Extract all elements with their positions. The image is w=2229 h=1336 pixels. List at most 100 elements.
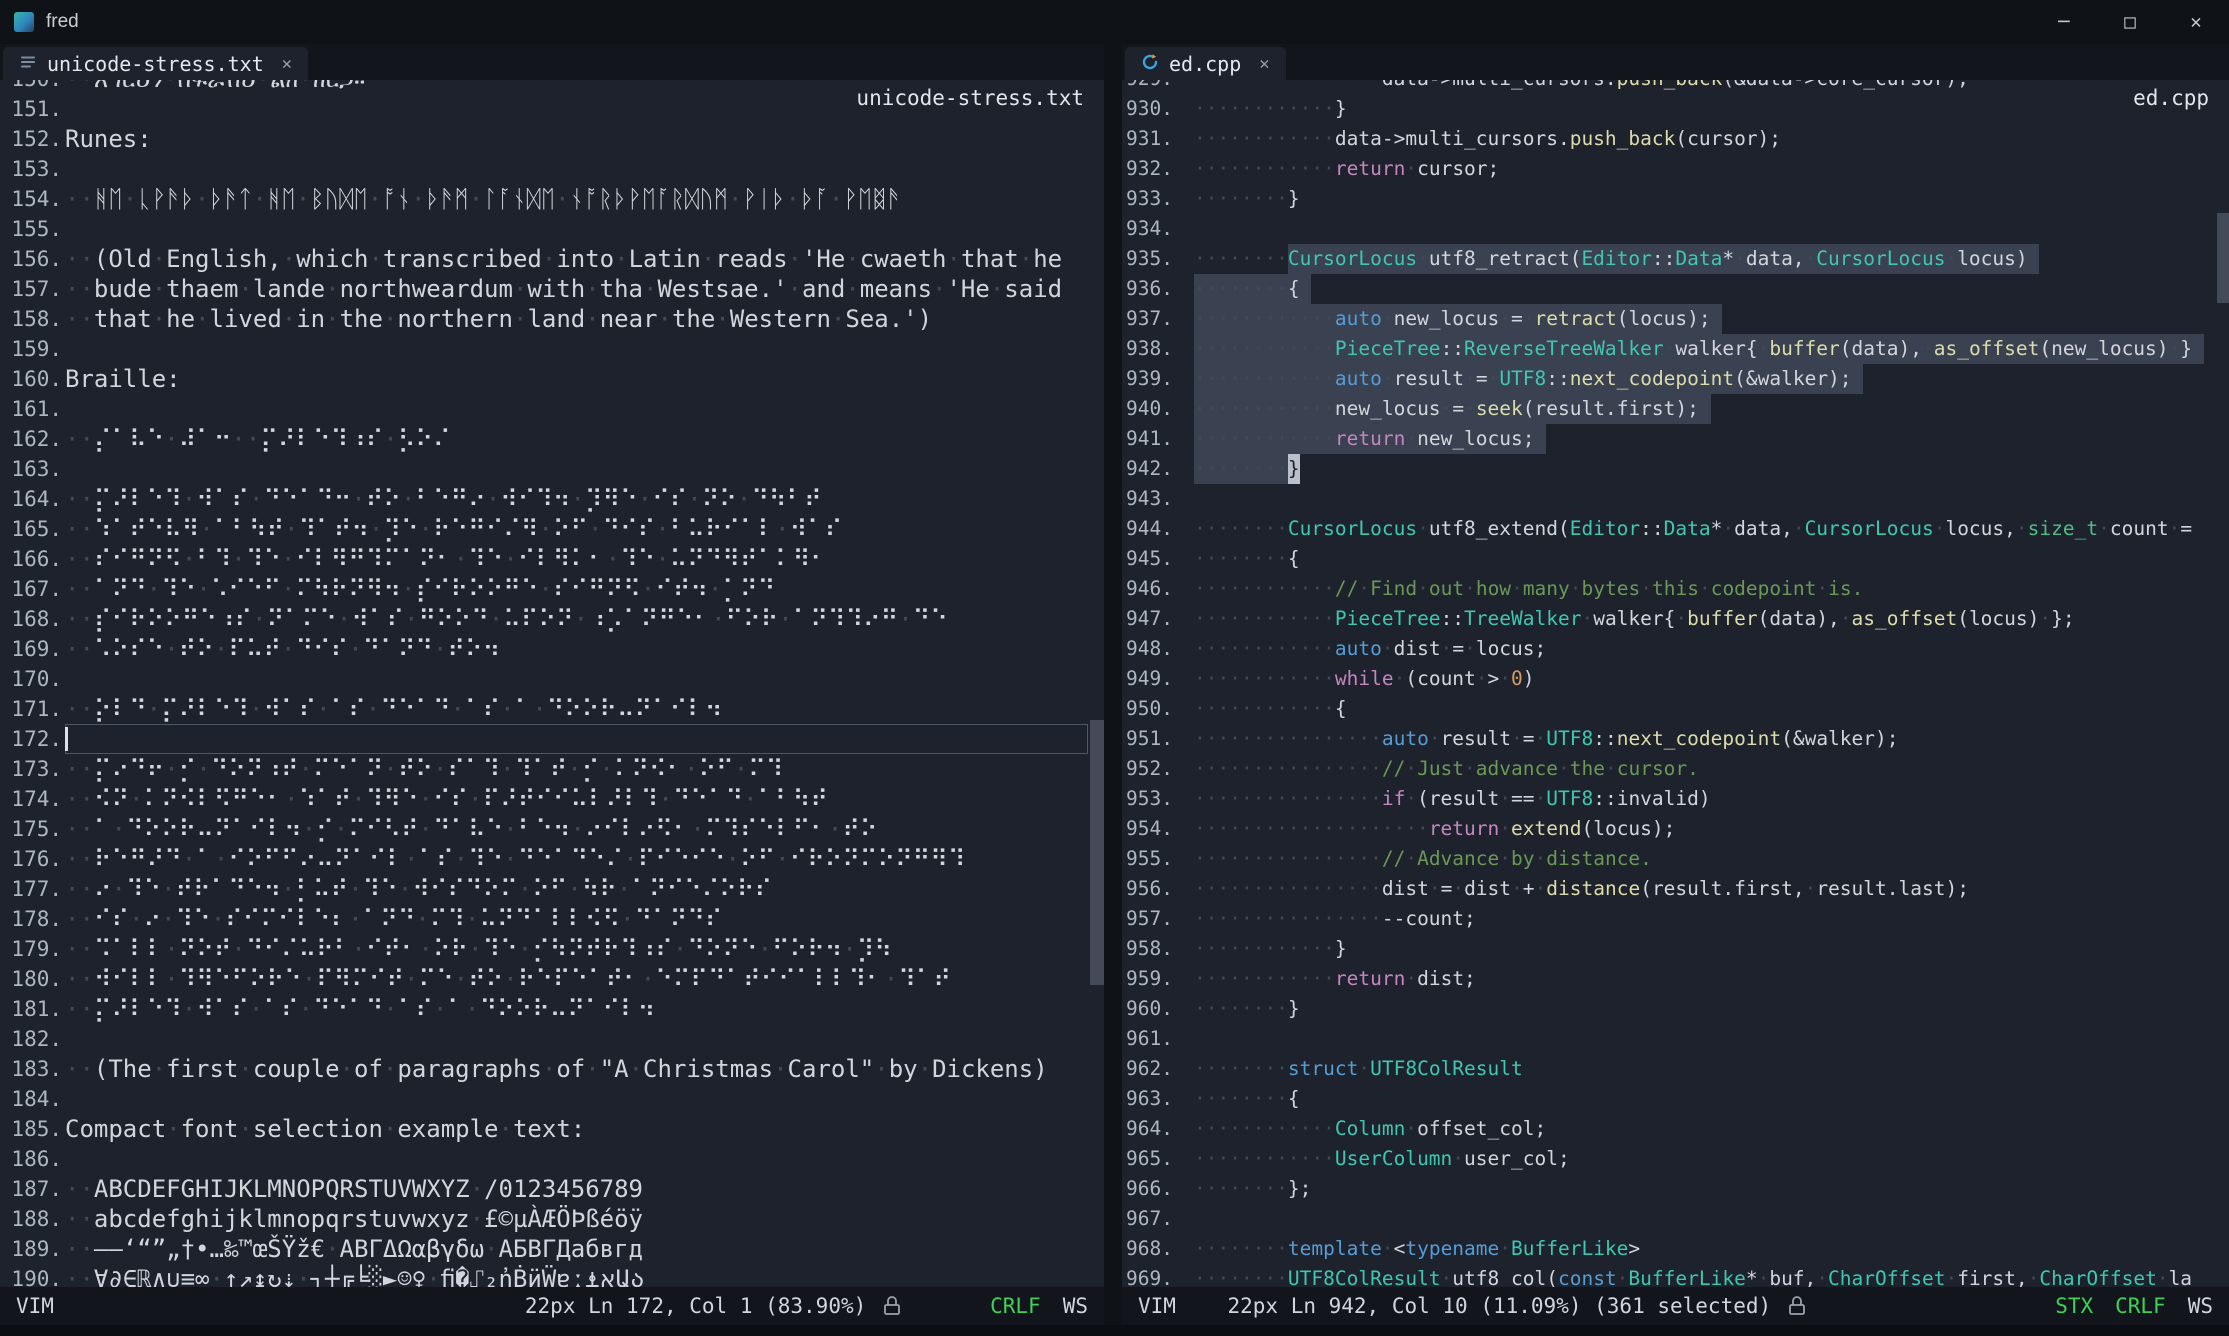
tab-close-icon[interactable]: ✕ [282, 54, 292, 74]
line-number: 170. [0, 664, 62, 694]
editor-line[interactable]: 943. [1122, 484, 2229, 514]
editor-line[interactable]: 965.············UserColumn·user_col; [1122, 1144, 2229, 1174]
editor-line[interactable]: 948.············auto·dist·=·locus; [1122, 634, 2229, 664]
editor-line[interactable]: 164.··⡍⠜⠇⠑⠹·⠺⠁⠎·⠙⠑⠁⠙⠒·⠞⠕·⠃⠑⠛⠔·⠺⠊⠹⠲·⡹⠻⠑·⠊… [0, 484, 1104, 514]
editor-line[interactable]: 178.··⠊⠎·⠔·⠹⠑·⠎⠊⠍⠊⠇⠑⠆·⠁⠝⠙·⠍⠹·⠥⠝⠙⠁⠇⠇⠪⠫·⠙⠁… [0, 904, 1104, 934]
editor-line[interactable]: 933.········} [1122, 184, 2229, 214]
editor-line[interactable]: 173.··⡍⠔⠙⠖·⡊·⠙⠕⠝⠰⠞·⠍⠑⠁⠝·⠞⠕·⠎⠁⠹·⠹⠁⠞·⡊·⠅⠝⠪… [0, 754, 1104, 784]
line-number: 937. [1122, 304, 1173, 334]
editor-line[interactable]: 947.············PieceTree::TreeWalker·wa… [1122, 604, 2229, 634]
editor-line[interactable]: 938.············PieceTree::ReverseTreeWa… [1122, 334, 2229, 364]
editor-line[interactable]: 957.················--count; [1122, 904, 2229, 934]
editor-line[interactable]: 169.··⠡⠕⠎⠑·⠞⠕·⠏⠥⠞·⠙⠊⠎·⠙⠁⠝⠙·⠞⠕⠲ [0, 634, 1104, 664]
editor-line[interactable]: 931.············data->multi_cursors.push… [1122, 124, 2229, 154]
editor-line[interactable]: 157.··bude·thaem·lande·northweardum·with… [0, 274, 1104, 304]
lock-icon[interactable] [882, 1295, 902, 1317]
editor-line[interactable]: 932.············return·cursor; [1122, 154, 2229, 184]
editor-line[interactable]: 165.··⠱⠁⠞⠑⠧⠻·⠁⠃⠳⠞·⠹⠁⠞⠲·⡹⠑·⠗⠑⠛⠊⠌⠻·⠕⠋·⠙⠊⠎·… [0, 514, 1104, 544]
scrollbar-thumb[interactable] [1090, 720, 1104, 986]
editor-left[interactable]: 150.··እግርህን·በፍራሽህ·ልክ·ዘርጋ።151.152.Runes:1… [0, 80, 1104, 1287]
editor-line[interactable]: 182. [0, 1024, 1104, 1054]
editor-line[interactable]: 955.················//·Advance·by·distan… [1122, 844, 2229, 874]
editor-line[interactable]: 177.··⠔·⠹⠑·⠞⠗⠁⠙⠑⠲·⡃⠥⠞·⠹⠑·⠺⠊⠎⠙⠕⠍·⠕⠋·⠳⠗·⠁⠝… [0, 874, 1104, 904]
editor-line[interactable]: 174.··⠪⠝·⠅⠝⠪⠇⠫⠛⠑⠂·⠱⠁⠞·⠹⠻⠑·⠊⠎·⠏⠜⠞⠊⠊⠥⠇⠜⠇⠹·… [0, 784, 1104, 814]
editor-line[interactable]: 160.Braille: [0, 364, 1104, 394]
editor-line[interactable]: 960.········} [1122, 994, 2229, 1024]
editor-line[interactable]: 168.··⡎⠊⠗⠕⠕⠛⠑⠰⠎·⠝⠁⠍⠑·⠺⠁⠎·⠛⠕⠕⠙·⠥⠏⠕⠝·⠰⡡⠁⠝⠛… [0, 604, 1104, 634]
editor-line[interactable]: 175.··⠁·⠙⠕⠕⠗⠤⠝⠁⠊⠇⠲·⡊·⠍⠊⠣⠞·⠙⠁⠧⠑·⠃⠑⠲·⠔⠊⠇⠔⠫… [0, 814, 1104, 844]
editor-line[interactable]: 939.············auto·result·=·UTF8::next… [1122, 364, 2229, 394]
editor-line[interactable]: 179.··⠩⠁⠇⠇·⠝⠕⠞·⠙⠊⠌⠥⠗⠃·⠊⠞⠂·⠕⠗·⠹⠑·⡊⠳⠝⠞⠗⠹⠰⠎… [0, 934, 1104, 964]
close-button[interactable]: ✕ [2163, 0, 2229, 44]
editor-line[interactable]: 154.··ᚻᛖ·ᚳᚹᚫᚦ·ᚦᚫᛏ·ᚻᛖ·ᛒᚢᛞᛖ·ᚩᚾ·ᚦᚫᛗ·ᛚᚪᚾᛞᛖ·ᚾ… [0, 184, 1104, 214]
editor-line[interactable]: 934. [1122, 214, 2229, 244]
editor-line[interactable]: 964.············Column·offset_col; [1122, 1114, 2229, 1144]
editor-line[interactable]: 956.················dist·=·dist·+·distan… [1122, 874, 2229, 904]
editor-line[interactable]: 961. [1122, 1024, 2229, 1054]
editor-line[interactable]: 930.············} [1122, 94, 2229, 124]
editor-line[interactable]: 944.········CursorLocus·utf8_extend(Edit… [1122, 514, 2229, 544]
editor-line[interactable]: 184. [0, 1084, 1104, 1114]
tab-close-icon[interactable]: ✕ [1259, 54, 1269, 74]
editor-line[interactable]: 186. [0, 1144, 1104, 1174]
editor-line[interactable]: 152.Runes: [0, 124, 1104, 154]
editor-line[interactable]: 188.··abcdefghijklmnopqrstuvwxyz·£©µÀÆÖÞ… [0, 1204, 1104, 1234]
editor-line[interactable]: 941.············return·new_locus; [1122, 424, 2229, 454]
editor-line[interactable]: 969.········UTF8ColResult·utf8_col(const… [1122, 1264, 2229, 1287]
editor-line[interactable]: 968.········template·<typename·BufferLik… [1122, 1234, 2229, 1264]
editor-line[interactable]: 189.··–—‘“”„†•…‰™œŠŸž€·ΑΒΓΔΩαβγδω·АБВГДа… [0, 1234, 1104, 1264]
editor-line[interactable]: 945.········{ [1122, 544, 2229, 574]
editor-line[interactable]: 187.··ABCDEFGHIJKLMNOPQRSTUVWXYZ·/012345… [0, 1174, 1104, 1204]
line-number: 963. [1122, 1084, 1173, 1114]
encoding-indicator: STX [2055, 1294, 2093, 1318]
editor-line[interactable]: 954.····················return·extend(lo… [1122, 814, 2229, 844]
editor-line[interactable]: 153. [0, 154, 1104, 184]
editor-line[interactable]: 156.··(Old·English,·which·transcribed·in… [0, 244, 1104, 274]
editor-line[interactable]: 181.··⡍⠜⠇⠑⠹·⠺⠁⠎·⠁⠎·⠙⠑⠁⠙·⠁⠎·⠁·⠙⠕⠕⠗⠤⠝⠁⠊⠇⠲ [0, 994, 1104, 1024]
editor-line[interactable]: 180.··⠺⠊⠇⠇·⠹⠻⠑⠋⠕⠗⠑·⠏⠻⠍⠊⠞·⠍⠑·⠞⠕·⠗⠑⠏⠑⠁⠞⠂·⠑… [0, 964, 1104, 994]
editor-line[interactable]: 185.Compact·font·selection·example·text: [0, 1114, 1104, 1144]
editor-line[interactable]: 158.··that·he·lived·in·the·northern·land… [0, 304, 1104, 334]
editor-line[interactable]: 166.··⠎⠊⠛⠝⠫·⠃⠹·⠹⠑·⠊⠇⠻⠛⠹⠍⠁⠝⠂·⠹⠑·⠊⠇⠻⠅⠂·⠹⠑·… [0, 544, 1104, 574]
editor-line[interactable]: 963.········{ [1122, 1084, 2229, 1114]
editor-line[interactable]: 167.··⠁⠝⠙·⠹⠑·⠡⠊⠑⠋·⠍⠳⠗⠝⠻⠲·⡎⠊⠗⠕⠕⠛⠑·⠎⠊⠛⠝⠫·⠊… [0, 574, 1104, 604]
scrollbar-thumb[interactable] [2217, 213, 2229, 304]
editor-line[interactable]: 190.··∀∂∈ℝ∧∪≡∞·↑↗↨↻⇣·┐┼╔╘░►☺♀·ﬁ�⑀₂ἠḂӥẄɐː… [0, 1264, 1104, 1287]
editor-right[interactable]: 929.················data->multi_cursors.… [1122, 80, 2229, 1287]
line-content [65, 724, 1088, 754]
tab-ed-cpp[interactable]: ed.cpp ✕ [1125, 47, 1286, 80]
minimize-button[interactable]: ─ [2031, 0, 2097, 44]
editor-line[interactable]: 967. [1122, 1204, 2229, 1234]
editor-line[interactable]: 170. [0, 664, 1104, 694]
editor-line[interactable]: 171.··⡕⠇⠙·⡍⠜⠇⠑⠹·⠺⠁⠎·⠁⠎·⠙⠑⠁⠙·⠁⠎·⠁·⠙⠕⠕⠗⠤⠝⠁… [0, 694, 1104, 724]
editor-line[interactable]: 942.········}} [1122, 454, 2229, 484]
editor-line[interactable]: 183.··(The·first·couple·of·paragraphs·of… [0, 1054, 1104, 1084]
editor-line[interactable]: 952.················//·Just·advance·the·… [1122, 754, 2229, 784]
editor-line[interactable]: 962.········struct·UTF8ColResult [1122, 1054, 2229, 1084]
editor-line[interactable]: 940.············new_locus·=·seek(result.… [1122, 394, 2229, 424]
editor-line[interactable]: 159. [0, 334, 1104, 364]
editor-line[interactable]: 959.············return·dist; [1122, 964, 2229, 994]
editor-line[interactable]: 162.··⡌⠁⠧⠑·⠼⠁⠒··⡍⠜⠇⠑⠹⠰⠎·⡣⠕⠌ [0, 424, 1104, 454]
editor-line[interactable]: 949.············while·(count·>·0) [1122, 664, 2229, 694]
editor-line[interactable]: 951.················auto·result·=·UTF8::… [1122, 724, 2229, 754]
editor-line[interactable]: 163. [0, 454, 1104, 484]
maximize-button[interactable]: □ [2097, 0, 2163, 44]
editor-line[interactable]: 155. [0, 214, 1104, 244]
tab-unicode-stress[interactable]: unicode-stress.txt ✕ [3, 47, 308, 80]
editor-line[interactable]: 958.············} [1122, 934, 2229, 964]
pane-divider[interactable] [1104, 44, 1122, 1325]
editor-line[interactable]: 935.········CursorLocus·utf8_retract(Edi… [1122, 244, 2229, 274]
editor-line[interactable]: 936.········{ [1122, 274, 2229, 304]
editor-line[interactable]: 172. [0, 724, 1104, 754]
editor-line[interactable]: 937.············auto·new_locus·=·retract… [1122, 304, 2229, 334]
whitespace-indicator: WS [2188, 1294, 2213, 1318]
editor-line[interactable]: 946.············//·Find·out·how·many·byt… [1122, 574, 2229, 604]
editor-line[interactable]: 966.········}; [1122, 1174, 2229, 1204]
editor-line[interactable]: 953.················if·(result·==·UTF8::… [1122, 784, 2229, 814]
editor-line[interactable]: 176.··⠗⠑⠛⠜⠙·⠁·⠊⠕⠋⠋⠔⠤⠝⠁⠊⠇·⠁⠎·⠹⠑·⠙⠑⠁⠙⠑⠌·⠏⠊… [0, 844, 1104, 874]
editor-line[interactable]: 950.············{ [1122, 694, 2229, 724]
editor-line[interactable]: 929.················data->multi_cursors.… [1122, 80, 2229, 94]
editor-line[interactable]: 161. [0, 394, 1104, 424]
lock-icon[interactable] [1787, 1295, 1807, 1317]
